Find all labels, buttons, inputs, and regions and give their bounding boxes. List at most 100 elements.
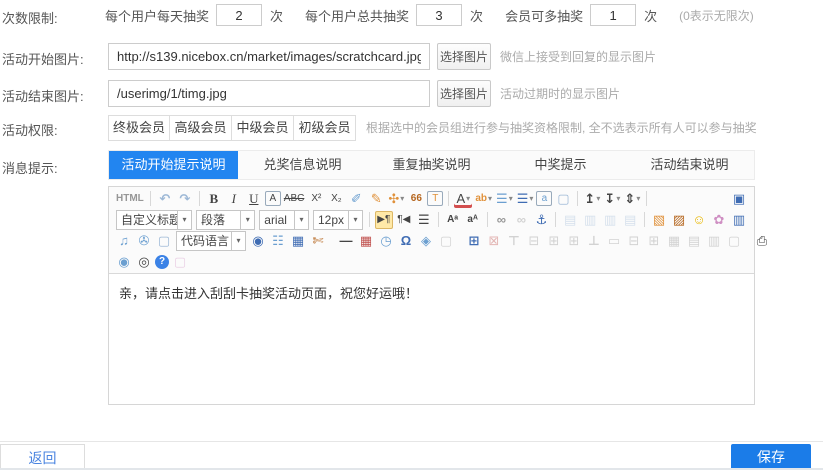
merge-cells-icon[interactable]: ⊟: [525, 232, 543, 250]
format-brush-icon[interactable]: ✎: [367, 190, 385, 208]
doc-grayed-icon[interactable]: ▢: [725, 232, 743, 250]
table-text-icon[interactable]: ▥: [705, 232, 723, 250]
emotion-icon[interactable]: ☺: [690, 211, 708, 229]
formula-icon[interactable]: ▢: [437, 232, 455, 250]
fullscreen-icon[interactable]: ▣: [730, 190, 748, 208]
message-tab[interactable]: 中奖提示: [496, 151, 625, 179]
baidu-app-icon[interactable]: ◈: [417, 232, 435, 250]
rtl-paragraph-icon[interactable]: ¶◀: [395, 211, 413, 229]
member-group-button[interactable]: 终极会员: [108, 115, 170, 141]
italic-icon[interactable]: I: [225, 190, 243, 208]
insert-col-icon[interactable]: ⊞: [565, 232, 583, 250]
delete-table-icon[interactable]: ⊠: [485, 232, 503, 250]
ltr-paragraph-icon[interactable]: ▶¶: [375, 211, 393, 229]
member-group-button[interactable]: 中级会员: [232, 115, 294, 141]
html-source-icon[interactable]: HTML: [115, 190, 145, 208]
end-image-pick-button[interactable]: 选择图片: [437, 80, 491, 107]
map-icon[interactable]: ◉: [249, 232, 267, 250]
blank-doc-icon[interactable]: ▢: [554, 190, 572, 208]
remove-format-icon[interactable]: ✐: [347, 190, 365, 208]
editor-content[interactable]: 亲，请点击进入刮刮卡抽奖活动页面，祝您好运哦！: [109, 274, 754, 405]
uppercase-icon[interactable]: Aᵃ: [444, 211, 462, 229]
custom-title-select[interactable]: 自定义标题▾: [116, 210, 192, 230]
paragraph-space-bottom-icon[interactable]: ↧▾: [603, 190, 621, 208]
first-line-indent-icon[interactable]: ☰: [415, 211, 433, 229]
cell-border-icon[interactable]: ▭: [605, 232, 623, 250]
chevron-down-icon[interactable]: ▾: [636, 190, 640, 207]
end-image-input[interactable]: [108, 80, 430, 107]
time-icon[interactable]: ◷: [377, 232, 395, 250]
chevron-down-icon[interactable]: ▾: [177, 211, 191, 229]
special-char-icon[interactable]: Ω: [397, 232, 415, 250]
member-extra-input[interactable]: [590, 4, 636, 26]
print-icon[interactable]: ⎙: [753, 232, 771, 250]
paragraph-space-top-icon[interactable]: ↥▾: [583, 190, 601, 208]
redo-icon[interactable]: ↷: [176, 190, 194, 208]
superscript-icon[interactable]: X²: [307, 190, 325, 208]
template-icon[interactable]: ▦: [289, 232, 307, 250]
music-icon[interactable]: ♫: [115, 232, 133, 250]
split-cell-icon[interactable]: ⊥: [585, 232, 603, 250]
font-family-select[interactable]: arial▾: [259, 210, 309, 230]
border-text-icon[interactable]: A: [265, 191, 281, 206]
paste-grayed-icon[interactable]: ▢: [171, 253, 189, 271]
chevron-down-icon[interactable]: ▾: [596, 190, 600, 207]
unlink-icon[interactable]: ∞: [512, 211, 530, 229]
table-shade-icon[interactable]: ▦: [665, 232, 683, 250]
image-manager-icon[interactable]: ▨: [670, 211, 688, 229]
scrawl-icon[interactable]: ✿: [710, 211, 728, 229]
horizontal-rule-icon[interactable]: —: [337, 232, 355, 250]
image-center-icon[interactable]: ▤: [621, 211, 639, 229]
underline-icon[interactable]: U: [245, 190, 263, 208]
line-height-icon[interactable]: ⇕▾: [623, 190, 641, 208]
merge-right-icon[interactable]: ⊟: [625, 232, 643, 250]
message-tab[interactable]: 兑奖信息说明: [238, 151, 367, 179]
code-language-select[interactable]: 代码语言▾: [176, 231, 246, 251]
insert-row-icon[interactable]: ⊞: [545, 232, 563, 250]
find-replace-icon[interactable]: ◎: [135, 253, 153, 271]
chevron-down-icon[interactable]: ▾: [294, 211, 308, 229]
ordered-list-icon[interactable]: ☰▾: [495, 190, 514, 208]
image-right-float-icon[interactable]: ▥: [601, 211, 619, 229]
bold-icon[interactable]: B: [205, 190, 223, 208]
font-size-select[interactable]: 12px▾: [313, 210, 363, 230]
chevron-down-icon[interactable]: ▾: [231, 232, 245, 250]
anchor-icon[interactable]: ⚓: [532, 211, 550, 229]
blockquote-icon[interactable]: 66: [407, 190, 425, 208]
message-tab[interactable]: 重复抽奖说明: [367, 151, 496, 179]
subscript-icon[interactable]: X₂: [327, 190, 345, 208]
attachment-icon[interactable]: ✇: [135, 232, 153, 250]
chevron-down-icon[interactable]: ▾: [509, 190, 513, 207]
paragraph-select[interactable]: 段落▾: [196, 210, 255, 230]
start-image-input[interactable]: [108, 43, 430, 70]
message-tab[interactable]: 活动开始提示说明: [109, 151, 238, 179]
per-day-input[interactable]: [216, 4, 262, 26]
anchor-label-icon[interactable]: a: [536, 191, 552, 206]
insert-frame-icon[interactable]: ▢: [155, 232, 173, 250]
back-button[interactable]: 返回: [0, 444, 85, 470]
highlight-color-icon[interactable]: ab▾: [474, 190, 493, 208]
total-input[interactable]: [416, 4, 462, 26]
message-tab[interactable]: 活动结束说明: [625, 151, 754, 179]
lowercase-icon[interactable]: aᴬ: [464, 211, 482, 229]
chevron-down-icon[interactable]: ▾: [616, 190, 620, 207]
chevron-down-icon[interactable]: ▾: [348, 211, 362, 229]
chevron-down-icon[interactable]: ▾: [488, 190, 492, 207]
image-left-float-icon[interactable]: ▥: [581, 211, 599, 229]
insert-image-icon[interactable]: ▧: [650, 211, 668, 229]
date-icon[interactable]: ▦: [357, 232, 375, 250]
pagebreak-icon[interactable]: ☷: [269, 232, 287, 250]
merge-down-icon[interactable]: ⊞: [645, 232, 663, 250]
preview-icon[interactable]: ◉: [115, 253, 133, 271]
table-sort-icon[interactable]: ▤: [685, 232, 703, 250]
link-icon[interactable]: ∞: [492, 211, 510, 229]
insert-table-icon[interactable]: ⊞: [465, 232, 483, 250]
strikethrough-icon[interactable]: ABC: [283, 190, 306, 208]
help-icon[interactable]: ?: [155, 255, 169, 269]
chevron-down-icon[interactable]: ▾: [240, 211, 254, 229]
member-group-button[interactable]: 高级会员: [170, 115, 232, 141]
autotypeset-icon[interactable]: ✣▾: [387, 190, 405, 208]
chevron-down-icon[interactable]: ▾: [400, 190, 404, 207]
screenshot-icon[interactable]: ✄: [309, 232, 327, 250]
image-none-float-icon[interactable]: ▤: [561, 211, 579, 229]
